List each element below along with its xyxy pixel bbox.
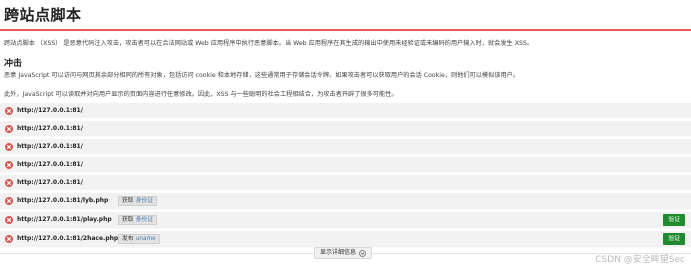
finding-row[interactable]: http://127.0.0.1:81/2hace.php 发布 uname 验证: [0, 231, 691, 248]
method-label: 获取: [122, 198, 134, 204]
method-label: 获取: [122, 217, 134, 223]
error-x-icon: [5, 107, 13, 115]
finding-url[interactable]: http://127.0.0.1:81/: [17, 143, 83, 150]
parameter-name: 身份证: [135, 198, 154, 204]
finding-row[interactable]: http://127.0.0.1:81/: [0, 175, 691, 191]
page-description: 跨站点脚本 （XSS） 是恶意代码注入攻击，攻击者可以在合法网站或 Web 应用…: [4, 40, 533, 47]
finding-row[interactable]: http://127.0.0.1:81/: [0, 103, 691, 119]
parameter-name: uname: [135, 236, 156, 242]
finding-row[interactable]: http://127.0.0.1:81/: [0, 139, 691, 155]
error-x-icon: [5, 179, 13, 187]
findings-list: http://127.0.0.1:81/ http://127.0.0.1:81…: [0, 103, 691, 250]
finding-url[interactable]: http://127.0.0.1:81/: [17, 179, 83, 186]
finding-row[interactable]: http://127.0.0.1:81/play.php 获取 身份证 验证: [0, 212, 691, 229]
error-x-icon: [5, 125, 13, 133]
parameter-tag: 发布 uname: [118, 234, 160, 244]
error-x-icon: [5, 216, 13, 224]
parameter-name: 身份证: [135, 217, 154, 223]
verify-button[interactable]: 验证: [663, 233, 685, 245]
impact-heading: 冲击: [4, 59, 23, 69]
finding-url[interactable]: http://127.0.0.1:81/: [17, 125, 83, 132]
parameter-tag: 获取 身份证: [118, 215, 158, 225]
finding-url[interactable]: http://127.0.0.1:81/: [17, 107, 83, 114]
title-divider: [0, 29, 691, 31]
show-details-button[interactable]: 显示详细信息: [314, 247, 373, 259]
error-x-icon: [5, 161, 13, 169]
chevron-down-icon: [359, 249, 367, 257]
finding-url[interactable]: http://127.0.0.1:81/play.php: [17, 216, 112, 223]
verify-button[interactable]: 验证: [663, 214, 685, 226]
error-x-icon: [5, 235, 13, 243]
impact-paragraph-1: 恶意 JavaScript 可以访问与网页其余部分相同的所有对象，包括访问 co…: [4, 72, 520, 79]
finding-row[interactable]: http://127.0.0.1:81/lyb.php 获取 身份证: [0, 193, 691, 210]
method-label: 发布: [122, 236, 134, 242]
finding-url[interactable]: http://127.0.0.1:81/2hace.php: [17, 235, 118, 242]
parameter-tag: 获取 身份证: [118, 196, 158, 206]
finding-row[interactable]: http://127.0.0.1:81/: [0, 121, 691, 137]
finding-url[interactable]: http://127.0.0.1:81/lyb.php: [17, 197, 108, 204]
impact-paragraph-2: 此外，JavaScript 可以读取并对向用户显示的页面内容进行任意修改。因此，…: [4, 91, 398, 98]
finding-row[interactable]: http://127.0.0.1:81/: [0, 157, 691, 173]
page-title: 跨站点脚本: [4, 6, 82, 24]
show-details-label: 显示详细信息: [320, 249, 357, 256]
finding-url[interactable]: http://127.0.0.1:81/: [17, 161, 83, 168]
error-x-icon: [5, 197, 13, 205]
error-x-icon: [5, 143, 13, 151]
watermark: CSDN @安全眸望Sec: [595, 255, 685, 265]
